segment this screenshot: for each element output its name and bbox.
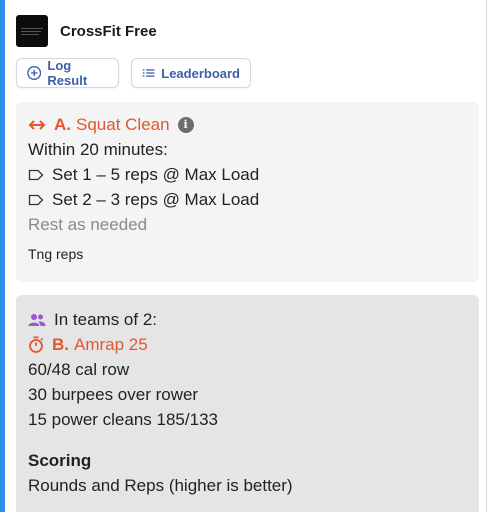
workout-a-title: A. Squat Clean i bbox=[28, 112, 467, 137]
set-item: Set 1 – 5 reps @ Max Load bbox=[28, 162, 467, 187]
workout-b-letter: B. bbox=[52, 335, 69, 354]
tag-icon bbox=[28, 194, 44, 206]
leaderboard-label: Leaderboard bbox=[161, 65, 240, 81]
stopwatch-icon bbox=[28, 336, 44, 353]
people-icon bbox=[28, 313, 46, 327]
plus-circle-icon bbox=[27, 66, 42, 80]
workout-a-letter: A. bbox=[54, 115, 71, 134]
movement-item: 15 power cleans 185/133 bbox=[28, 410, 218, 429]
team-row: In teams of 2: bbox=[28, 307, 467, 332]
log-result-label: Log Result bbox=[47, 58, 88, 88]
workout-b-card: In teams of 2: B. Amrap 25 60/48 cal row… bbox=[16, 295, 479, 512]
set-text: Set 2 – 3 reps @ Max Load bbox=[52, 190, 260, 209]
scoring-label: Scoring bbox=[28, 451, 92, 470]
movement-item: 30 burpees over rower bbox=[28, 385, 199, 404]
app-header: CrossFit Free bbox=[16, 14, 157, 48]
workout-b-title: B. Amrap 25 bbox=[28, 332, 467, 357]
arrows-horizontal-icon bbox=[28, 119, 46, 131]
workout-b-name: Amrap 25 bbox=[74, 335, 148, 354]
right-divider bbox=[486, 0, 487, 512]
set-text: Set 1 – 5 reps @ Max Load bbox=[52, 165, 260, 184]
app-logo bbox=[16, 15, 48, 47]
rest-note: Rest as needed bbox=[28, 215, 148, 234]
workout-a-card: A. Squat Clean i Within 20 minutes: Set … bbox=[16, 102, 479, 282]
leaderboard-button[interactable]: Leaderboard bbox=[131, 58, 251, 88]
left-accent-bar bbox=[0, 0, 5, 512]
set-item: Set 2 – 3 reps @ Max Load bbox=[28, 187, 467, 212]
app-title: CrossFit Free bbox=[60, 22, 157, 40]
workout-a-duration: Within 20 minutes: bbox=[28, 140, 168, 159]
log-result-button[interactable]: Log Result bbox=[16, 58, 119, 88]
tag-icon bbox=[28, 169, 44, 181]
movement-item: 60/48 cal row bbox=[28, 360, 130, 379]
info-icon[interactable]: i bbox=[177, 116, 194, 133]
workout-a-note: Tng reps bbox=[28, 246, 84, 262]
team-text: In teams of 2: bbox=[54, 310, 157, 329]
list-icon bbox=[142, 69, 155, 77]
workout-a-name: Squat Clean bbox=[76, 115, 170, 134]
scoring-value: Rounds and Reps (higher is better) bbox=[28, 476, 293, 495]
